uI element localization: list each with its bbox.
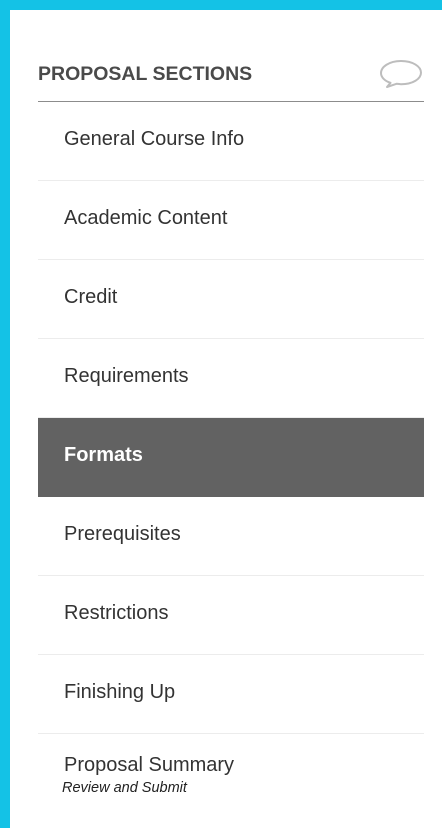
sidebar-panel: PROPOSAL SECTIONS General Course Info Ac… — [10, 10, 442, 828]
nav-item-label: Requirements — [64, 365, 189, 387]
nav-item-label: Prerequisites — [64, 523, 181, 545]
nav-item-credit[interactable]: Credit — [38, 260, 424, 339]
sidebar-title: PROPOSAL SECTIONS — [38, 63, 253, 85]
nav-item-label: Formats — [64, 444, 143, 466]
speech-bubble-icon[interactable] — [378, 58, 424, 88]
nav-item-finishing-up[interactable]: Finishing Up — [38, 655, 424, 734]
nav-item-label: Finishing Up — [64, 681, 176, 703]
nav-item-general-course-info[interactable]: General Course Info — [38, 102, 424, 181]
sidebar-header: PROPOSAL SECTIONS — [38, 50, 424, 102]
nav-item-requirements[interactable]: Requirements — [38, 339, 424, 418]
proposal-sections-nav: General Course Info Academic Content Cre… — [38, 102, 424, 813]
nav-item-restrictions[interactable]: Restrictions — [38, 576, 424, 655]
nav-item-formats[interactable]: Formats — [38, 418, 424, 497]
nav-item-proposal-summary[interactable]: Proposal Summary Review and Submit — [38, 734, 424, 813]
nav-item-label: Proposal Summary — [64, 754, 235, 776]
nav-item-prerequisites[interactable]: Prerequisites — [38, 497, 424, 576]
nav-item-academic-content[interactable]: Academic Content — [38, 181, 424, 260]
nav-item-label: Academic Content — [64, 207, 228, 229]
nav-item-label: Credit — [64, 286, 118, 308]
nav-item-label: Restrictions — [64, 602, 169, 624]
nav-item-label: General Course Info — [64, 128, 245, 150]
nav-item-sublabel: Review and Submit — [62, 780, 187, 796]
